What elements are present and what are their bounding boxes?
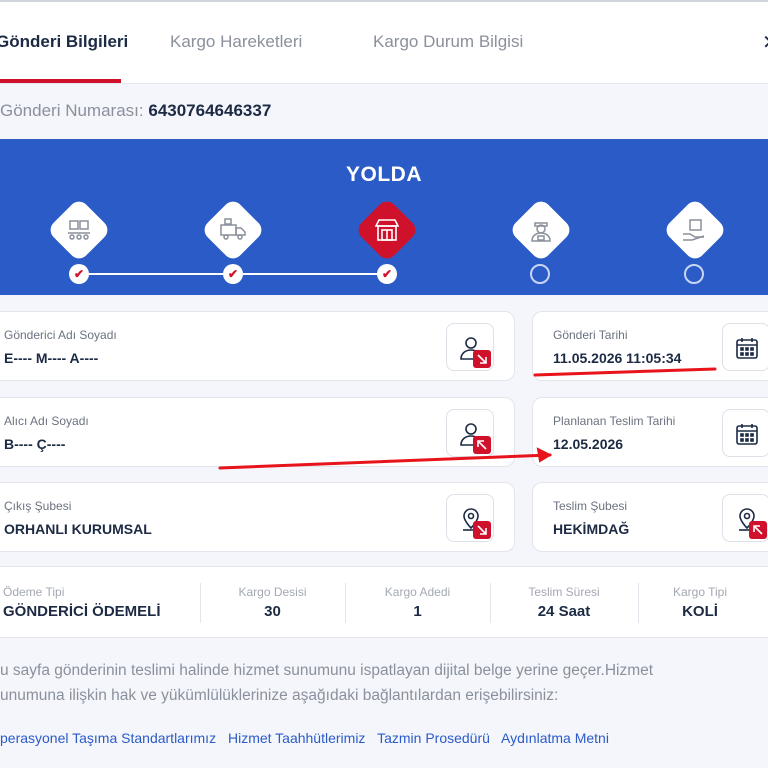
- summary-payment-type: Ödeme Tipi GÖNDERİCİ ÖDEMELİ: [0, 567, 200, 639]
- branch-store-icon: [354, 197, 420, 263]
- close-icon[interactable]: ✕: [762, 30, 768, 55]
- link-compensation-procedure[interactable]: Tazmin Prosedürü: [377, 730, 490, 746]
- info-line: u sayfa gönderinin teslimi halinde hizme…: [0, 662, 654, 679]
- step-check-icon: ✔: [377, 264, 397, 284]
- origin-branch-card: Çıkış Şubesi ORHANLI KURUMSAL: [0, 482, 515, 552]
- receiver-label: Alıcı Adı Soyadı: [4, 414, 89, 428]
- progress-line: [243, 273, 377, 275]
- receiver-value: B---- Ç----: [4, 436, 66, 452]
- summary-value: 24 Saat: [537, 603, 591, 620]
- tab-kargo-durum-bilgisi[interactable]: Kargo Durum Bilgisi: [373, 32, 523, 52]
- arrow-up-left-icon: [749, 521, 767, 539]
- calendar-icon[interactable]: [722, 323, 768, 371]
- person-icon[interactable]: [446, 409, 494, 457]
- calendar-icon[interactable]: [722, 409, 768, 457]
- summary-value: KOLİ: [682, 603, 718, 620]
- summary-delivery-time: Teslim Süresi 24 Saat: [490, 567, 638, 639]
- planned-delivery-label: Planlanan Teslim Tarihi: [553, 414, 676, 428]
- link-service-commitments[interactable]: Hizmet Taahhütlerimiz: [228, 730, 365, 746]
- summary-value: GÖNDERİCİ ÖDEMELİ: [3, 603, 161, 620]
- hand-package-icon: [662, 197, 728, 263]
- courier-icon: [508, 197, 574, 263]
- arrow-down-right-icon: [473, 350, 491, 368]
- status-tracker: YOLDA ✔ ✔ ✔: [0, 139, 768, 295]
- step-pending-icon: [684, 264, 704, 284]
- planned-delivery-card: Planlanan Teslim Tarihi 12.05.2026: [532, 397, 768, 467]
- arrow-up-left-icon: [473, 436, 491, 454]
- delivery-branch-value: HEKİMDAĞ: [553, 521, 630, 537]
- step-check-icon: ✔: [223, 264, 243, 284]
- summary-value: 1: [413, 603, 422, 620]
- delivery-branch-label: Teslim Şubesi: [553, 499, 628, 513]
- info-paragraph: u sayfa gönderinin teslimi halinde hizme…: [0, 658, 768, 708]
- receiver-card: Alıcı Adı Soyadı B---- Ç----: [0, 397, 515, 467]
- policy-links: perasyonel Taşıma Standartlarımız Hizmet…: [0, 730, 617, 746]
- info-line: unumuna ilişkin hak ve yükümlülükleriniz…: [0, 687, 559, 704]
- link-privacy-notice[interactable]: Aydınlatma Metni: [501, 730, 609, 746]
- ship-date-card: Gönderi Tarihi 11.05.2026 11:05:34: [532, 311, 768, 381]
- summary-cargo-count: Kargo Adedi 1: [345, 567, 490, 639]
- delivery-truck-icon: [200, 197, 266, 263]
- arrow-down-right-icon: [473, 521, 491, 539]
- active-tab-indicator: [0, 79, 121, 83]
- warehouse-conveyor-icon: [46, 197, 112, 263]
- origin-branch-value: ORHANLI KURUMSAL: [4, 521, 152, 537]
- tab-kargo-hareketleri[interactable]: Kargo Hareketleri: [170, 32, 302, 52]
- location-pin-icon[interactable]: [722, 494, 768, 542]
- sender-value: E---- M---- A----: [4, 350, 99, 366]
- location-pin-icon[interactable]: [446, 494, 494, 542]
- step-check-icon: ✔: [69, 264, 89, 284]
- person-icon[interactable]: [446, 323, 494, 371]
- delivery-branch-card: Teslim Şubesi HEKİMDAĞ: [532, 482, 768, 552]
- shipment-number: Gönderi Numarası: 6430764646337: [0, 101, 271, 121]
- origin-branch-label: Çıkış Şubesi: [4, 499, 72, 513]
- summary-label: Teslim Süresi: [528, 585, 600, 599]
- summary-cargo-type: Kargo Tipi KOLİ: [638, 567, 762, 639]
- ship-date-label: Gönderi Tarihi: [553, 328, 628, 342]
- status-title: YOLDA: [346, 163, 422, 186]
- summary-label: Kargo Tipi: [672, 585, 728, 599]
- shipment-summary: Ödeme Tipi GÖNDERİCİ ÖDEMELİ Kargo Desis…: [0, 566, 768, 638]
- progress-line: [89, 273, 223, 275]
- shipment-number-label: Gönderi Numarası:: [0, 101, 144, 120]
- planned-delivery-value: 12.05.2026: [553, 436, 624, 452]
- summary-label: Kargo Adedi: [384, 585, 451, 599]
- step-pending-icon: [530, 264, 550, 284]
- shipment-number-value: 6430764646337: [148, 101, 272, 120]
- summary-value: 30: [264, 603, 281, 620]
- tab-gonderi-bilgileri[interactable]: Gönderi Bilgileri: [0, 32, 128, 52]
- link-operational-standards[interactable]: perasyonel Taşıma Standartlarımız: [0, 730, 216, 746]
- ship-date-value: 11.05.2026 11:05:34: [553, 350, 682, 366]
- summary-label: Ödeme Tipi: [3, 585, 65, 599]
- summary-cargo-desi: Kargo Desisi 30: [200, 567, 345, 639]
- tab-bar: Gönderi Bilgileri Kargo Hareketleri Karg…: [0, 0, 768, 84]
- sender-card: Gönderici Adı Soyadı E---- M---- A----: [0, 311, 515, 381]
- summary-label: Kargo Desisi: [238, 585, 307, 599]
- sender-label: Gönderici Adı Soyadı: [4, 328, 117, 342]
